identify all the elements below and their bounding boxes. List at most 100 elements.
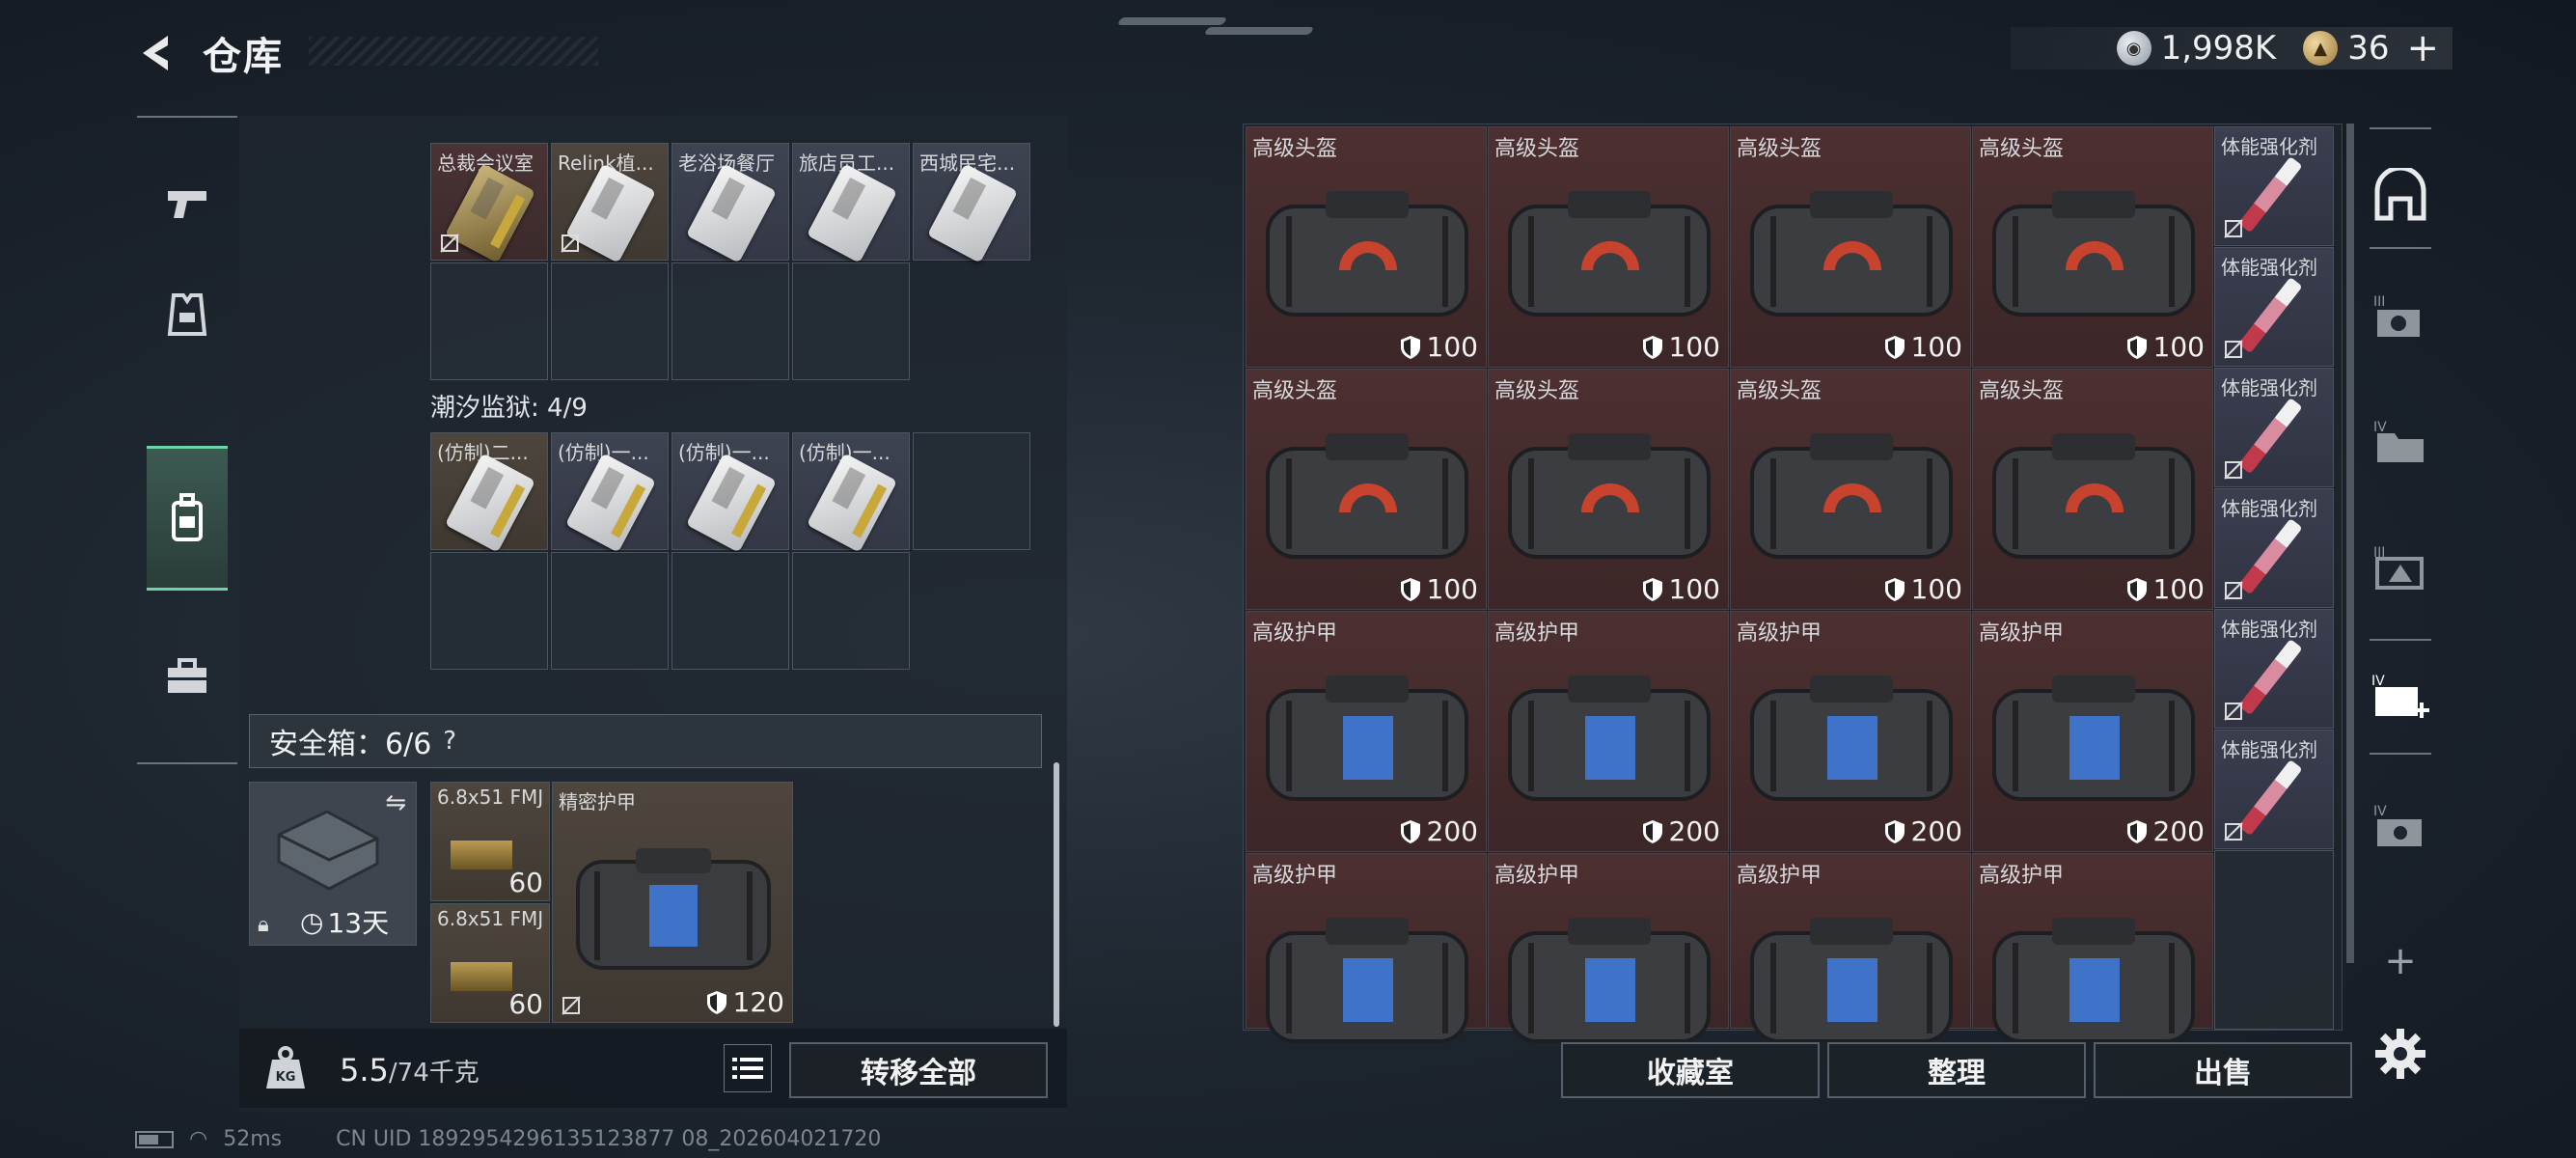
armor-item[interactable]: 高级护甲 200 xyxy=(1972,611,2213,852)
inventory-scrollbar[interactable] xyxy=(1054,762,1059,1027)
battery-icon xyxy=(135,1130,174,1148)
item-label: 高级护甲 xyxy=(1737,621,1822,646)
stash-tab-4[interactable]: IV xyxy=(2362,403,2439,481)
shield-icon xyxy=(1884,819,1905,843)
empty-slot[interactable] xyxy=(671,552,789,670)
helmet-bag-icon xyxy=(1266,433,1468,559)
armor-item[interactable]: 高级护甲 xyxy=(1246,853,1487,1043)
status-bar: ◠ 52ms CN UID 1892954296135123877 08_202… xyxy=(135,1127,881,1151)
stim-item[interactable]: 体能强化剂 xyxy=(2214,247,2334,367)
keycard-slot[interactable]: Relink植... xyxy=(551,143,669,263)
keycard-slot[interactable]: 西城民宅... xyxy=(913,143,1030,263)
stim-item[interactable]: 体能强化剂 xyxy=(2214,609,2334,729)
ammo-slot[interactable]: 6.8x51 FMJ 60 xyxy=(430,782,550,901)
empty-slot[interactable] xyxy=(430,262,548,380)
safe-box-slot[interactable]: ⇋ 🔒︎ ◷ 13天 xyxy=(249,782,417,946)
empty-slot[interactable] xyxy=(792,552,910,670)
nav-weapons[interactable] xyxy=(147,154,228,251)
organize-button[interactable]: 整理 xyxy=(1827,1042,2086,1098)
stim-item[interactable]: 体能强化剂 xyxy=(2214,730,2334,849)
nav-equipment[interactable] xyxy=(147,266,228,363)
helmet-bag-icon xyxy=(1508,433,1711,559)
ammo-slot[interactable]: 6.8x51 FMJ 60 xyxy=(430,903,550,1023)
keycard-slot[interactable]: (仿制)二... xyxy=(430,432,548,553)
armor-item[interactable]: 高级护甲 200 xyxy=(1246,611,1487,852)
stash-tab-3[interactable]: III xyxy=(2362,278,2439,355)
armor-item[interactable]: 高级护甲 200 xyxy=(1488,611,1729,852)
collection-button[interactable]: 收藏室 xyxy=(1561,1042,1820,1098)
item-label: 高级头盔 xyxy=(1494,379,1580,403)
keycard-slot[interactable]: (仿制)一... xyxy=(792,432,910,553)
armor-slot[interactable]: 精密护甲 120 xyxy=(552,782,793,1023)
helmet-bag-icon xyxy=(1266,191,1468,317)
stash-tab-4-add[interactable]: IV xyxy=(2362,660,2439,737)
armor-item[interactable]: 高级护甲 xyxy=(1730,853,1971,1043)
help-icon[interactable]: ? xyxy=(443,727,456,756)
helmet-bag-icon xyxy=(1750,191,1953,317)
helmet-bag-icon xyxy=(1992,191,2195,317)
keycard-slot[interactable]: (仿制)一... xyxy=(671,432,789,553)
back-arrow-icon[interactable] xyxy=(135,30,181,76)
no-trade-icon xyxy=(2224,702,2243,721)
currency-bar: ◉ 1,998K ▲ 36 + xyxy=(2010,26,2453,70)
transfer-all-button[interactable]: 转移全部 xyxy=(789,1042,1048,1098)
empty-slot[interactable] xyxy=(671,262,789,380)
empty-slot[interactable] xyxy=(551,262,669,380)
keycard-slot[interactable]: 旅店员工... xyxy=(792,143,910,263)
list-view-button[interactable] xyxy=(724,1044,772,1092)
shield-icon xyxy=(706,990,726,1014)
empty-slot[interactable] xyxy=(2214,850,2334,1030)
durability-value: 100 xyxy=(2152,573,2205,605)
helmet-item[interactable]: 高级头盔 100 xyxy=(1246,369,1487,610)
helmet-item[interactable]: 高级头盔 100 xyxy=(1488,126,1729,368)
add-currency-button[interactable]: + xyxy=(2406,26,2439,70)
durability: 100 xyxy=(1400,573,1478,605)
armor-item[interactable]: 高级护甲 xyxy=(1972,853,2213,1043)
stash-tab-3b[interactable]: III xyxy=(2362,529,2439,606)
sell-button[interactable]: 出售 xyxy=(2094,1042,2352,1098)
armor-item[interactable]: 高级护甲 200 xyxy=(1730,611,1971,852)
stash-panel: 高级头盔 100 高级头盔 100 高级头盔 100 高级头盔 100 高级头盔 100 高级头盔 1… xyxy=(1243,124,2343,1043)
swap-icon[interactable]: ⇋ xyxy=(385,788,406,817)
tier-folder-icon: IV xyxy=(2373,420,2424,462)
durability-value: 100 xyxy=(1426,573,1478,605)
armor-bag-icon xyxy=(1750,918,1953,1043)
helmet-item[interactable]: 高级头盔 100 xyxy=(1972,369,2213,610)
syringe-icon xyxy=(2237,398,2303,475)
keycard-slot[interactable]: (仿制)一... xyxy=(551,432,669,553)
helmet-item[interactable]: 高级头盔 100 xyxy=(1246,126,1487,368)
helmet-item[interactable]: 高级头盔 100 xyxy=(1488,369,1729,610)
nav-backpack[interactable] xyxy=(147,446,228,591)
helmet-item[interactable]: 高级头盔 100 xyxy=(1972,126,2213,368)
settings-gear-icon[interactable] xyxy=(2371,1025,2429,1083)
stim-item[interactable]: 体能强化剂 xyxy=(2214,126,2334,246)
divider xyxy=(2370,753,2431,755)
empty-slot[interactable] xyxy=(792,262,910,380)
stash-tab-4c[interactable]: IV xyxy=(2362,787,2439,865)
durability: 100 xyxy=(1400,331,1478,363)
section-title: 潮汐监狱: 4/9 xyxy=(430,394,588,423)
no-trade-icon xyxy=(2224,219,2243,238)
stim-item[interactable]: 体能强化剂 xyxy=(2214,488,2334,608)
armor-item[interactable]: 高级护甲 xyxy=(1488,853,1729,1043)
stash-page-nav: III IV III IV IV + xyxy=(2362,124,2439,1031)
nav-supplies[interactable] xyxy=(147,629,228,726)
stim-item[interactable]: 体能强化剂 xyxy=(2214,368,2334,487)
shield-icon xyxy=(2126,335,2147,359)
add-page-button[interactable]: + xyxy=(2362,923,2439,1000)
helmet-item[interactable]: 高级头盔 100 xyxy=(1730,369,1971,610)
durability-value: 200 xyxy=(2152,815,2205,847)
durability: 200 xyxy=(1884,815,1962,847)
stash-scrollbar[interactable] xyxy=(2346,124,2354,963)
keycard-slot[interactable]: 总裁会议室 xyxy=(430,143,548,263)
shield-icon xyxy=(1642,577,1662,601)
durability: 200 xyxy=(2126,815,2205,847)
empty-slot[interactable] xyxy=(430,552,548,670)
keycard-slot[interactable]: 老浴场餐厅 xyxy=(671,143,789,263)
helmet-item[interactable]: 高级头盔 100 xyxy=(1730,126,1971,368)
empty-slot[interactable] xyxy=(551,552,669,670)
empty-slot[interactable] xyxy=(913,432,1030,550)
page-title: 仓库 xyxy=(203,35,284,79)
stash-main-tab[interactable] xyxy=(2362,156,2439,234)
pistol-icon xyxy=(168,191,206,218)
